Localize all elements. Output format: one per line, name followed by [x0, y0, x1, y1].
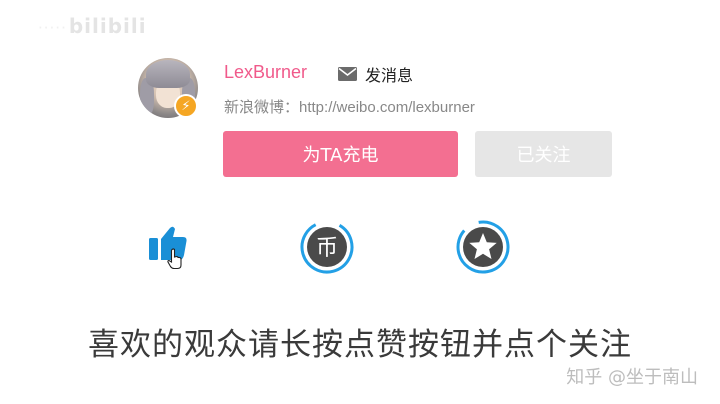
star-icon [456, 220, 510, 274]
send-message-button[interactable]: 发消息 [338, 62, 413, 86]
cursor-hand-icon [167, 248, 182, 270]
coin-button[interactable]: 币 [300, 220, 354, 274]
watermark-prefix: ····· [38, 19, 67, 37]
lightning-badge-icon: ⚡ [174, 94, 198, 118]
envelope-icon [338, 67, 357, 81]
zhihu-watermark: 知乎 @坐于南山 [566, 367, 698, 388]
bilibili-watermark: ····· bilibili [38, 14, 147, 38]
user-name[interactable]: LexBurner [224, 62, 307, 83]
weibo-link[interactable]: 新浪微博：http://weibo.com/lexburner [224, 96, 475, 117]
watermark-logo-text: bilibili [68, 14, 147, 38]
like-button[interactable] [146, 220, 200, 274]
svg-text:币: 币 [316, 236, 338, 261]
send-message-label: 发消息 [365, 66, 414, 85]
followed-button[interactable]: 已关注 [475, 131, 612, 177]
video-subtitle: 喜欢的观众请长按点赞按钮并点个关注 [88, 327, 632, 363]
coin-icon: 币 [300, 220, 354, 274]
user-avatar[interactable]: ⚡ [138, 58, 198, 118]
favorite-button[interactable] [456, 220, 510, 274]
charge-button[interactable]: 为TA充电 [223, 131, 458, 177]
